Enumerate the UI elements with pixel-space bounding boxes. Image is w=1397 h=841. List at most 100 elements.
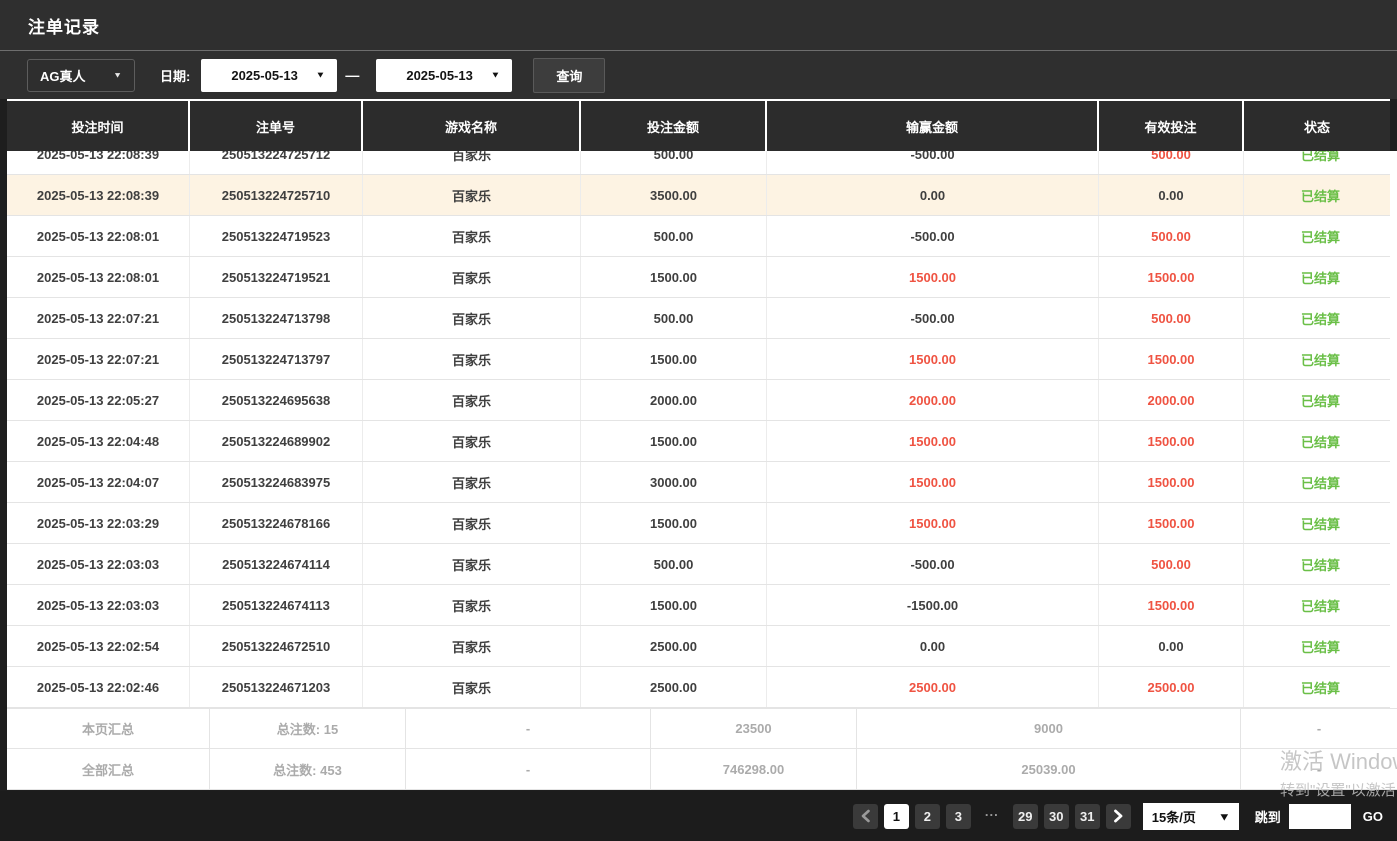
query-button[interactable]: 查询 [533, 58, 605, 93]
cell-winloss-amount: 1500.00 [767, 257, 1099, 297]
page-button-29[interactable]: 29 [1013, 804, 1038, 829]
table-row[interactable]: 2025-05-13 22:02:46250513224671203百家乐250… [7, 667, 1397, 708]
prev-page-button[interactable] [853, 804, 878, 829]
summary-winloss-amount: 25039.00 [857, 749, 1241, 789]
page-button-3[interactable]: 3 [946, 804, 971, 829]
cell-valid-bet: 500.00 [1099, 216, 1244, 256]
cell-bet-time: 2025-05-13 22:02:54 [7, 626, 190, 666]
table-header: 投注时间注单号游戏名称投注金额输赢金额有效投注状态 [7, 99, 1390, 151]
cell-valid-bet: 1500.00 [1099, 257, 1244, 297]
cell-bet-amount: 1500.00 [581, 339, 767, 379]
date-from-picker[interactable]: 2025-05-13 ▼ [201, 59, 337, 92]
table-row[interactable]: 2025-05-13 22:08:39250513224725710百家乐350… [7, 175, 1397, 216]
cell-bet-amount: 2500.00 [581, 626, 767, 666]
chevron-right-icon [1113, 809, 1124, 823]
date-to-picker[interactable]: 2025-05-13 ▼ [376, 59, 512, 92]
page-title: 注单记录 [28, 13, 100, 38]
filter-bar: AG真人 ▼ 日期: 2025-05-13 ▼ — 2025-05-13 ▼ 查… [0, 51, 1397, 99]
cell-bet-time: 2025-05-13 22:02:46 [7, 667, 190, 707]
summary-total-count: 总注数: 453 [210, 749, 406, 789]
table-row[interactable]: 2025-05-13 22:05:27250513224695638百家乐200… [7, 380, 1397, 421]
table-row[interactable]: 2025-05-13 22:07:21250513224713798百家乐500… [7, 298, 1397, 339]
summary-row: 本页汇总总注数: 15-235009000- [7, 708, 1397, 749]
cell-game-name: 百家乐 [363, 544, 581, 584]
table-row[interactable]: 2025-05-13 22:03:03250513224674114百家乐500… [7, 544, 1397, 585]
cell-valid-bet: 1500.00 [1099, 585, 1244, 625]
next-page-button[interactable] [1106, 804, 1131, 829]
table-row[interactable]: 2025-05-13 22:08:39250513224725712百家乐500… [7, 151, 1397, 175]
table-row[interactable]: 2025-05-13 22:08:01250513224719521百家乐150… [7, 257, 1397, 298]
cell-bet-amount: 500.00 [581, 298, 767, 338]
page-ellipsis[interactable]: ... [985, 804, 999, 829]
cell-bet-number: 250513224683975 [190, 462, 363, 502]
chevron-left-icon [860, 809, 871, 823]
cell-bet-time: 2025-05-13 22:03:03 [7, 544, 190, 584]
table-row[interactable]: 2025-05-13 22:03:03250513224674113百家乐150… [7, 585, 1397, 626]
cell-status: 已结算 [1244, 380, 1397, 420]
cell-bet-number: 250513224671203 [190, 667, 363, 707]
summary-status: - [1241, 709, 1397, 748]
page-button-30[interactable]: 30 [1044, 804, 1069, 829]
cell-bet-time: 2025-05-13 22:03:03 [7, 585, 190, 625]
cell-bet-time: 2025-05-13 22:08:39 [7, 175, 190, 215]
page-button-1[interactable]: 1 [884, 804, 909, 829]
pagination-bar: 123... 293031 15条/页 ▼ 跳到 GO [0, 791, 1397, 841]
cell-valid-bet: 500.00 [1099, 544, 1244, 584]
cell-game-name: 百家乐 [363, 667, 581, 707]
cell-game-name: 百家乐 [363, 380, 581, 420]
cell-bet-time: 2025-05-13 22:04:07 [7, 462, 190, 502]
cell-game-name: 百家乐 [363, 257, 581, 297]
page-button-31[interactable]: 31 [1075, 804, 1100, 829]
cell-bet-amount: 500.00 [581, 544, 767, 584]
jump-to-input[interactable] [1289, 804, 1351, 829]
cell-winloss-amount: -1500.00 [767, 585, 1099, 625]
summary-game: - [406, 749, 651, 789]
cell-bet-amount: 1500.00 [581, 503, 767, 543]
go-button[interactable]: GO [1363, 809, 1383, 824]
cell-game-name: 百家乐 [363, 421, 581, 461]
table-row[interactable]: 2025-05-13 22:02:54250513224672510百家乐250… [7, 626, 1397, 667]
summary-bet-amount: 746298.00 [651, 749, 857, 789]
summary-row: 全部汇总总注数: 453-746298.0025039.00- [7, 749, 1397, 790]
chevron-down-icon: ▼ [315, 70, 325, 79]
cell-bet-time: 2025-05-13 22:08:01 [7, 216, 190, 256]
cell-winloss-amount: -500.00 [767, 151, 1099, 174]
cell-game-name: 百家乐 [363, 503, 581, 543]
cell-bet-number: 250513224674114 [190, 544, 363, 584]
cell-game-name: 百家乐 [363, 585, 581, 625]
table-row[interactable]: 2025-05-13 22:03:29250513224678166百家乐150… [7, 503, 1397, 544]
column-header-1: 投注时间 [7, 101, 190, 151]
date-label: 日期: [160, 66, 190, 85]
summary-total-count: 总注数: 15 [210, 709, 406, 748]
vertical-scrollbar[interactable] [1390, 151, 1397, 708]
table-row[interactable]: 2025-05-13 22:04:07250513224683975百家乐300… [7, 462, 1397, 503]
cell-status: 已结算 [1244, 585, 1397, 625]
column-header-6: 有效投注 [1099, 101, 1244, 151]
table-row[interactable]: 2025-05-13 22:08:01250513224719523百家乐500… [7, 216, 1397, 257]
cell-bet-amount: 3000.00 [581, 462, 767, 502]
cell-status: 已结算 [1244, 626, 1397, 666]
cell-bet-amount: 3500.00 [581, 175, 767, 215]
page-size-select[interactable]: 15条/页 ▼ [1143, 803, 1239, 830]
cell-bet-number: 250513224725712 [190, 151, 363, 174]
cell-status: 已结算 [1244, 151, 1397, 174]
cell-game-name: 百家乐 [363, 462, 581, 502]
cell-winloss-amount: 1500.00 [767, 421, 1099, 461]
page-button-2[interactable]: 2 [915, 804, 940, 829]
cell-status: 已结算 [1244, 175, 1397, 215]
chevron-down-icon: ▼ [1218, 810, 1231, 823]
cell-bet-time: 2025-05-13 22:05:27 [7, 380, 190, 420]
platform-select[interactable]: AG真人 ▼ [27, 59, 135, 92]
cell-bet-number: 250513224689902 [190, 421, 363, 461]
cell-winloss-amount: 1500.00 [767, 462, 1099, 502]
cell-status: 已结算 [1244, 339, 1397, 379]
date-to-value: 2025-05-13 [406, 68, 473, 83]
platform-select-value: AG真人 [40, 66, 86, 85]
jump-to-label: 跳到 [1255, 807, 1281, 826]
cell-game-name: 百家乐 [363, 151, 581, 174]
table-row[interactable]: 2025-05-13 22:04:48250513224689902百家乐150… [7, 421, 1397, 462]
cell-bet-time: 2025-05-13 22:07:21 [7, 298, 190, 338]
cell-status: 已结算 [1244, 421, 1397, 461]
cell-game-name: 百家乐 [363, 175, 581, 215]
table-row[interactable]: 2025-05-13 22:07:21250513224713797百家乐150… [7, 339, 1397, 380]
